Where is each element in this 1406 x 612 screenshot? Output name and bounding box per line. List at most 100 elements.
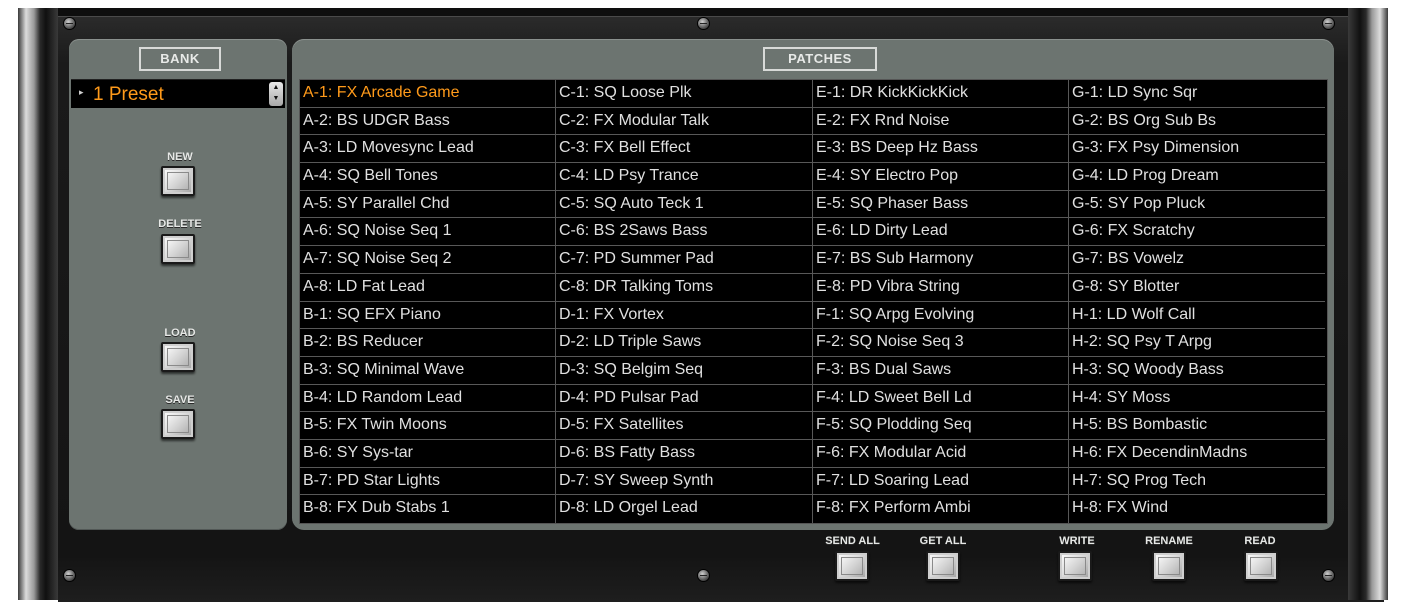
patch-item[interactable]: H-5: BS Bombastic [1069, 412, 1325, 440]
patch-item[interactable]: H-1: LD Wolf Call [1069, 302, 1325, 330]
patch-item[interactable]: D-6: BS Fatty Bass [556, 439, 813, 468]
patch-item[interactable]: F-8: FX Perform Ambi [813, 495, 1069, 523]
bank-panel [69, 39, 287, 530]
patch-item[interactable]: D-3: SQ Belgim Seq [556, 356, 813, 385]
write-label: WRITE [1059, 535, 1095, 547]
patch-item[interactable]: C-6: BS 2Saws Bass [556, 218, 813, 247]
new-button[interactable] [161, 166, 195, 196]
patch-item[interactable]: C-4: LD Psy Trance [556, 163, 813, 191]
spin-down-icon[interactable]: ▼ [269, 93, 283, 104]
patch-item[interactable]: E-6: LD Dirty Lead [813, 218, 1069, 247]
screw-icon [1323, 570, 1334, 581]
patch-list: A-1: FX Arcade Game C-1: SQ Loose Plk E-1:… [299, 79, 1328, 524]
patch-item[interactable]: A-7: SQ Noise Seq 2 [300, 246, 556, 274]
patch-item[interactable]: C-8: DR Talking Toms [556, 273, 813, 302]
bank-title: BANK [139, 47, 221, 71]
patch-item[interactable]: C-7: PD Summer Pad [556, 246, 813, 274]
patch-item[interactable]: D-8: LD Orgel Lead [556, 495, 813, 523]
get-all-button[interactable] [926, 551, 960, 581]
read-button[interactable] [1244, 551, 1278, 581]
rename-label: RENAME [1145, 535, 1193, 547]
patch-item[interactable]: H-6: FX DecendinMadns [1069, 440, 1325, 468]
bank-select[interactable]: ▸ 1 Preset ▲ ▼ [71, 79, 285, 108]
right-rack-rail [1348, 8, 1388, 600]
get-all-label: GET ALL [919, 535, 967, 547]
save-button[interactable] [161, 409, 195, 439]
patch-item[interactable]: A-4: SQ Bell Tones [300, 163, 556, 191]
patch-item[interactable]: G-1: LD Sync Sqr [1069, 80, 1325, 108]
patch-item[interactable]: F-6: FX Modular Acid [813, 439, 1069, 468]
patch-item[interactable]: G-3: FX Psy Dimension [1069, 135, 1325, 164]
patch-item[interactable]: B-5: FX Twin Moons [300, 412, 556, 440]
rack-window: BANK ▸ 1 Preset ▲ ▼ NEW DELETE LOAD SAVE… [0, 0, 1406, 612]
new-label: NEW [167, 151, 193, 163]
patch-item[interactable]: B-2: BS Reducer [300, 329, 556, 357]
patch-item[interactable]: E-5: SQ Phaser Bass [813, 190, 1069, 219]
screw-icon [1323, 18, 1334, 29]
patch-item[interactable]: B-8: FX Dub Stabs 1 [300, 495, 556, 523]
patch-item[interactable]: H-4: SY Moss [1069, 385, 1325, 413]
patch-item[interactable]: A-5: SY Parallel Chd [300, 190, 556, 219]
screw-icon [698, 18, 709, 29]
expand-arrow-icon[interactable]: ▸ [79, 87, 84, 98]
patch-item[interactable]: D-1: FX Vortex [556, 301, 813, 330]
patch-item[interactable]: B-3: SQ Minimal Wave [300, 356, 556, 385]
patch-item[interactable]: C-1: SQ Loose Plk [556, 80, 813, 108]
patch-item[interactable]: H-2: SQ Psy T Arpg [1069, 329, 1325, 357]
patch-item[interactable]: C-5: SQ Auto Teck 1 [556, 190, 813, 219]
patch-item[interactable]: B-6: SY Sys-tar [300, 439, 556, 468]
patch-item[interactable]: F-7: LD Soaring Lead [813, 467, 1069, 496]
patch-item[interactable]: E-3: BS Deep Hz Bass [813, 135, 1069, 164]
delete-label: DELETE [158, 218, 202, 230]
patch-item[interactable]: F-5: SQ Plodding Seq [813, 412, 1069, 440]
patch-item[interactable]: A-6: SQ Noise Seq 1 [300, 218, 556, 247]
bank-selected-value: 1 Preset [93, 84, 164, 105]
patch-item[interactable]: E-8: PD Vibra String [813, 273, 1069, 302]
write-button[interactable] [1058, 551, 1092, 581]
send-all-label: SEND ALL [825, 535, 880, 547]
patch-item[interactable]: B-7: PD Star Lights [300, 467, 556, 496]
patch-item[interactable]: B-1: SQ EFX Piano [300, 301, 556, 330]
patch-item[interactable]: A-2: BS UDGR Bass [300, 107, 556, 136]
bank-spinner[interactable]: ▲ ▼ [269, 82, 283, 106]
patch-item[interactable]: C-2: FX Modular Talk [556, 107, 813, 136]
patch-item[interactable]: D-4: PD Pulsar Pad [556, 384, 813, 413]
patch-item[interactable]: F-2: SQ Noise Seq 3 [813, 329, 1069, 357]
patch-item[interactable]: G-5: SY Pop Pluck [1069, 191, 1325, 219]
read-label: READ [1244, 535, 1276, 547]
patch-item[interactable]: G-2: BS Org Sub Bs [1069, 108, 1325, 136]
patch-item[interactable]: H-8: FX Wind [1069, 495, 1325, 523]
patch-item[interactable]: G-6: FX Scratchy [1069, 218, 1325, 247]
patch-item[interactable]: H-7: SQ Prog Tech [1069, 468, 1325, 496]
patch-item[interactable]: D-2: LD Triple Saws [556, 329, 813, 357]
patch-item[interactable]: H-3: SQ Woody Bass [1069, 357, 1325, 385]
send-all-button[interactable] [835, 551, 869, 581]
screw-icon [64, 18, 75, 29]
patch-item[interactable]: G-4: LD Prog Dream [1069, 163, 1325, 191]
patch-item[interactable]: F-3: BS Dual Saws [813, 356, 1069, 385]
screw-icon [64, 570, 75, 581]
delete-button[interactable] [161, 234, 195, 264]
patch-item[interactable]: A-1: FX Arcade Game [300, 80, 556, 108]
patch-item[interactable]: D-5: FX Satellites [556, 412, 813, 440]
load-label: LOAD [164, 327, 196, 339]
spin-up-icon[interactable]: ▲ [269, 82, 283, 93]
save-label: SAVE [165, 394, 195, 406]
patch-item[interactable]: F-1: SQ Arpg Evolving [813, 301, 1069, 330]
load-button[interactable] [161, 342, 195, 372]
patch-item[interactable]: G-7: BS Vowelz [1069, 246, 1325, 274]
patch-item[interactable]: E-2: FX Rnd Noise [813, 107, 1069, 136]
patch-item[interactable]: C-3: FX Bell Effect [556, 135, 813, 164]
screw-icon [698, 570, 709, 581]
patch-item[interactable]: A-3: LD Movesync Lead [300, 135, 556, 164]
patch-item[interactable]: E-4: SY Electro Pop [813, 163, 1069, 191]
patch-item[interactable]: F-4: LD Sweet Bell Ld [813, 384, 1069, 413]
patch-item[interactable]: B-4: LD Random Lead [300, 384, 556, 413]
patch-item[interactable]: A-8: LD Fat Lead [300, 273, 556, 302]
patch-item[interactable]: E-1: DR KickKickKick [813, 80, 1069, 108]
patch-item[interactable]: G-8: SY Blotter [1069, 274, 1325, 302]
rename-button[interactable] [1152, 551, 1186, 581]
patch-item[interactable]: D-7: SY Sweep Synth [556, 467, 813, 496]
left-rack-rail [18, 8, 58, 600]
patch-item[interactable]: E-7: BS Sub Harmony [813, 246, 1069, 274]
